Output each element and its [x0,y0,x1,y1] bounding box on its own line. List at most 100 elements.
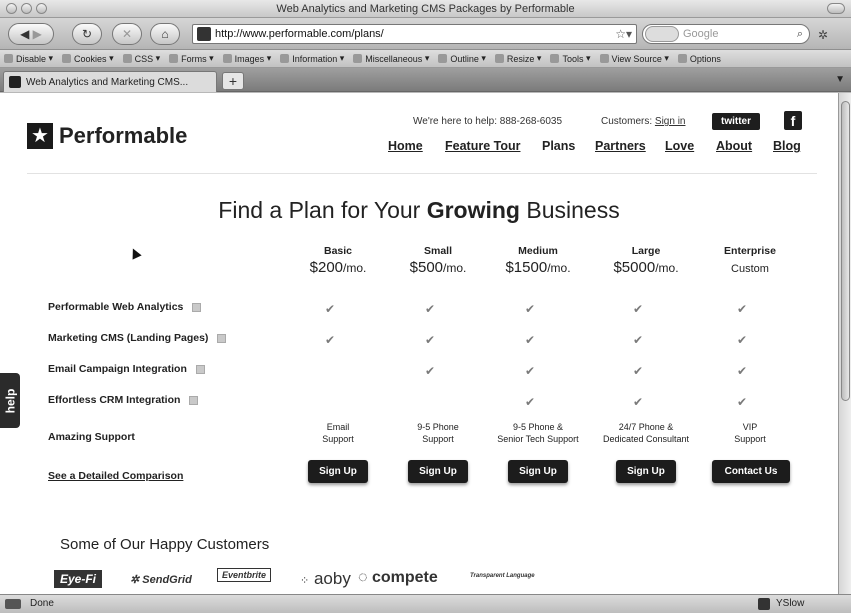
devbar-item-information[interactable]: Information ▾ [280,53,344,64]
help-tab[interactable]: help [0,373,20,428]
check-icon: ✔ [524,302,536,316]
mouse-cursor-icon [128,246,142,260]
sign-up-medium-button[interactable]: Sign Up [508,460,568,483]
feature-label: Marketing CMS (Landing Pages) [48,332,209,344]
facebook-icon[interactable]: f [784,111,802,130]
devbar-item-images[interactable]: Images ▾ [222,53,271,64]
devbar-item-miscellaneous[interactable]: Miscellaneous ▾ [353,53,429,64]
nav-blog[interactable]: Blog [773,139,801,153]
devbar-label: Outline [450,53,479,64]
info-icon[interactable] [217,333,227,343]
sign-up-large-button[interactable]: Sign Up [616,460,676,483]
logo-eye-fi: Eye-Fi [54,570,103,588]
devbar-item-forms[interactable]: Forms ▾ [169,53,214,64]
tab-list-icon[interactable]: ▼ [835,74,845,85]
sign-up-small-button[interactable]: Sign Up [408,460,468,483]
brand-logo[interactable]: ★ Performable [27,123,187,149]
nav-feature-tour[interactable]: Feature Tour [445,139,520,153]
nav-about[interactable]: About [716,139,752,153]
plan-price-large: $5000/mo. [596,259,696,276]
devbar-label: Resize [506,53,535,64]
home-button[interactable]: ⌂ [150,23,180,45]
support-line: 9-5 Phone & [512,422,564,432]
url-text[interactable]: http://www.performable.com/plans/ [215,28,615,40]
devbar-item-cookies[interactable]: Cookies ▾ [62,53,114,64]
toolbar-toggle-icon[interactable] [827,3,845,14]
search-input[interactable]: Google [679,28,797,40]
check-icon: ✔ [736,395,748,409]
vertical-scrollbar[interactable] [838,93,851,594]
devbar-item-css[interactable]: CSS ▾ [122,53,160,64]
check-icon: ✔ [524,364,536,378]
yslow-label[interactable]: YSlow [776,598,804,609]
brand-name: Performable [59,123,188,148]
tab-active[interactable]: Web Analytics and Marketing CMS... [3,71,217,92]
devbar-item-options[interactable]: Options [677,53,721,64]
price-amount: $5000 [613,259,656,276]
logo-aoby: ⁘ aoby [300,569,351,589]
support-large: 24/7 Phone & Dedicated Consultant [586,421,706,445]
search-engine-icon[interactable] [645,26,679,42]
twitter-button[interactable]: twitter [712,113,760,130]
devbar-item-outline[interactable]: Outline ▾ [438,53,486,64]
devbar-item-tools[interactable]: Tools ▾ [550,53,591,64]
disable-icon [4,54,13,63]
support-line: VIP [742,422,758,432]
nav-love[interactable]: Love [665,139,694,153]
cookies-icon [62,54,72,63]
back-button[interactable]: ◀ ▶ [8,23,54,45]
feature-label: Effortless CRM Integration [48,394,181,406]
nav-home[interactable]: Home [388,139,423,153]
images-icon [222,54,232,63]
devbar-item-view-source[interactable]: View Source ▾ [599,53,669,64]
info-icon[interactable] [192,302,202,312]
logo-transparent-language: Transparent Language [470,573,535,579]
devbar-label: Options [689,53,721,64]
logo-text: compete [371,569,438,586]
feature-label: Email Campaign Integration [48,363,187,375]
devbar-label: Disable [16,53,47,64]
sendgrid-icon: ✲ [130,574,140,586]
outline-icon [438,54,448,63]
yslow-icon[interactable] [758,598,770,610]
info-icon[interactable] [195,364,205,374]
stop-icon: ✕ [121,27,133,41]
tab-label: Web Analytics and Marketing CMS... [26,76,189,88]
price-amount: $200 [309,259,344,276]
detailed-comparison-link[interactable]: See a Detailed Comparison [48,470,183,482]
nav-plans[interactable]: Plans [542,139,575,153]
reload-button[interactable]: ↻ [72,23,102,45]
sign-up-basic-button[interactable]: Sign Up [308,460,368,483]
gear-icon[interactable]: ✲ [818,28,828,42]
page-title-emphasis: Growing [426,197,520,223]
new-tab-button[interactable]: + [222,72,244,90]
information-icon [280,54,290,63]
nav-partners[interactable]: Partners [595,139,646,153]
star-logo-icon: ★ [27,123,53,149]
sign-in-link[interactable]: Sign in [655,116,686,127]
miscellaneous-icon [353,54,363,63]
devbar-label: Cookies [74,53,107,64]
status-bar: Done YSlow [0,594,851,613]
page-title-start: Find a Plan for Your [218,197,427,223]
check-icon: ✔ [736,333,748,347]
forward-arrow-icon[interactable]: ▶ [33,27,42,41]
back-arrow-icon: ◀ [20,27,30,41]
bookmark-star-icon[interactable]: ☆▾ [615,27,632,41]
url-bar[interactable]: http://www.performable.com/plans/ ☆▾ [192,24,637,44]
price-period: /mo. [443,261,467,275]
devbar-item-disable[interactable]: Disable ▾ [4,53,53,64]
help-phone-text: We're here to help: 888-268-6035 [413,116,563,127]
check-icon: ✔ [424,333,436,347]
contact-us-button[interactable]: Contact Us [712,460,790,483]
logo-eventbrite: Eventbrite [217,568,272,582]
devbar-item-resize[interactable]: Resize ▾ [494,53,541,64]
logo-sendgrid: ✲ SendGrid [130,573,192,586]
search-bar[interactable]: Google ⌕ [642,24,810,44]
stop-button[interactable]: ✕ [112,23,142,45]
price-amount: $1500 [505,259,548,276]
scrollbar-thumb[interactable] [841,101,850,401]
price-amount: $500 [409,259,444,276]
info-icon[interactable] [189,395,199,405]
search-icon[interactable]: ⌕ [797,28,803,41]
